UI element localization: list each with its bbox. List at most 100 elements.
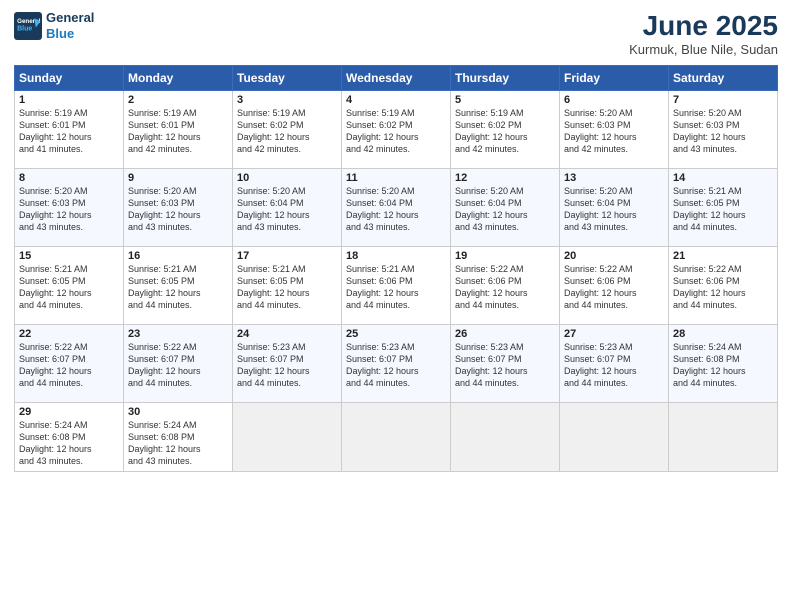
day-number: 27 (564, 328, 664, 340)
day-number: 1 (19, 94, 119, 106)
table-row: 9Sunrise: 5:20 AMSunset: 6:03 PMDaylight… (124, 169, 233, 247)
calendar-table: Sunday Monday Tuesday Wednesday Thursday… (14, 65, 778, 472)
month-title: June 2025 (629, 10, 778, 42)
day-info: Sunrise: 5:23 AMSunset: 6:07 PMDaylight:… (237, 341, 337, 390)
table-row: 14Sunrise: 5:21 AMSunset: 6:05 PMDayligh… (669, 169, 778, 247)
table-row: 28Sunrise: 5:24 AMSunset: 6:08 PMDayligh… (669, 325, 778, 403)
table-row: 7Sunrise: 5:20 AMSunset: 6:03 PMDaylight… (669, 91, 778, 169)
day-number: 30 (128, 406, 228, 418)
table-row: 15Sunrise: 5:21 AMSunset: 6:05 PMDayligh… (15, 247, 124, 325)
day-number: 9 (128, 172, 228, 184)
day-info: Sunrise: 5:21 AMSunset: 6:06 PMDaylight:… (346, 263, 446, 312)
day-number: 22 (19, 328, 119, 340)
calendar-container: General Blue General Blue June 2025 Kurm… (0, 0, 792, 612)
day-number: 4 (346, 94, 446, 106)
day-info: Sunrise: 5:19 AMSunset: 6:01 PMDaylight:… (19, 107, 119, 156)
table-row (451, 403, 560, 472)
day-info: Sunrise: 5:24 AMSunset: 6:08 PMDaylight:… (128, 419, 228, 468)
day-number: 12 (455, 172, 555, 184)
day-info: Sunrise: 5:22 AMSunset: 6:07 PMDaylight:… (19, 341, 119, 390)
col-wednesday: Wednesday (342, 66, 451, 91)
day-number: 21 (673, 250, 773, 262)
col-sunday: Sunday (15, 66, 124, 91)
calendar-week-row: 29Sunrise: 5:24 AMSunset: 6:08 PMDayligh… (15, 403, 778, 472)
table-row: 18Sunrise: 5:21 AMSunset: 6:06 PMDayligh… (342, 247, 451, 325)
day-number: 2 (128, 94, 228, 106)
day-number: 29 (19, 406, 119, 418)
day-info: Sunrise: 5:20 AMSunset: 6:03 PMDaylight:… (564, 107, 664, 156)
col-saturday: Saturday (669, 66, 778, 91)
day-info: Sunrise: 5:19 AMSunset: 6:02 PMDaylight:… (346, 107, 446, 156)
day-info: Sunrise: 5:21 AMSunset: 6:05 PMDaylight:… (673, 185, 773, 234)
table-row: 10Sunrise: 5:20 AMSunset: 6:04 PMDayligh… (233, 169, 342, 247)
day-number: 20 (564, 250, 664, 262)
logo-text: General Blue (46, 10, 94, 41)
table-row (233, 403, 342, 472)
logo: General Blue General Blue (14, 10, 94, 41)
day-info: Sunrise: 5:21 AMSunset: 6:05 PMDaylight:… (237, 263, 337, 312)
day-number: 3 (237, 94, 337, 106)
day-info: Sunrise: 5:22 AMSunset: 6:07 PMDaylight:… (128, 341, 228, 390)
day-number: 26 (455, 328, 555, 340)
table-row: 25Sunrise: 5:23 AMSunset: 6:07 PMDayligh… (342, 325, 451, 403)
day-number: 28 (673, 328, 773, 340)
day-number: 13 (564, 172, 664, 184)
day-info: Sunrise: 5:20 AMSunset: 6:03 PMDaylight:… (19, 185, 119, 234)
day-info: Sunrise: 5:20 AMSunset: 6:04 PMDaylight:… (564, 185, 664, 234)
day-number: 10 (237, 172, 337, 184)
day-info: Sunrise: 5:21 AMSunset: 6:05 PMDaylight:… (19, 263, 119, 312)
table-row: 22Sunrise: 5:22 AMSunset: 6:07 PMDayligh… (15, 325, 124, 403)
day-info: Sunrise: 5:24 AMSunset: 6:08 PMDaylight:… (673, 341, 773, 390)
day-number: 24 (237, 328, 337, 340)
table-row (669, 403, 778, 472)
col-friday: Friday (560, 66, 669, 91)
calendar-week-row: 8Sunrise: 5:20 AMSunset: 6:03 PMDaylight… (15, 169, 778, 247)
day-info: Sunrise: 5:24 AMSunset: 6:08 PMDaylight:… (19, 419, 119, 468)
table-row: 23Sunrise: 5:22 AMSunset: 6:07 PMDayligh… (124, 325, 233, 403)
day-info: Sunrise: 5:20 AMSunset: 6:03 PMDaylight:… (673, 107, 773, 156)
day-info: Sunrise: 5:23 AMSunset: 6:07 PMDaylight:… (346, 341, 446, 390)
day-number: 17 (237, 250, 337, 262)
table-row: 24Sunrise: 5:23 AMSunset: 6:07 PMDayligh… (233, 325, 342, 403)
day-info: Sunrise: 5:19 AMSunset: 6:02 PMDaylight:… (237, 107, 337, 156)
table-row: 26Sunrise: 5:23 AMSunset: 6:07 PMDayligh… (451, 325, 560, 403)
col-tuesday: Tuesday (233, 66, 342, 91)
location-subtitle: Kurmuk, Blue Nile, Sudan (629, 42, 778, 57)
table-row: 17Sunrise: 5:21 AMSunset: 6:05 PMDayligh… (233, 247, 342, 325)
title-block: June 2025 Kurmuk, Blue Nile, Sudan (629, 10, 778, 57)
table-row: 12Sunrise: 5:20 AMSunset: 6:04 PMDayligh… (451, 169, 560, 247)
day-number: 8 (19, 172, 119, 184)
svg-text:Blue: Blue (17, 25, 32, 32)
table-row (560, 403, 669, 472)
table-row: 16Sunrise: 5:21 AMSunset: 6:05 PMDayligh… (124, 247, 233, 325)
header: General Blue General Blue June 2025 Kurm… (14, 10, 778, 57)
table-row: 8Sunrise: 5:20 AMSunset: 6:03 PMDaylight… (15, 169, 124, 247)
table-row: 1Sunrise: 5:19 AMSunset: 6:01 PMDaylight… (15, 91, 124, 169)
day-number: 5 (455, 94, 555, 106)
table-row: 29Sunrise: 5:24 AMSunset: 6:08 PMDayligh… (15, 403, 124, 472)
day-info: Sunrise: 5:20 AMSunset: 6:04 PMDaylight:… (346, 185, 446, 234)
calendar-week-row: 22Sunrise: 5:22 AMSunset: 6:07 PMDayligh… (15, 325, 778, 403)
day-info: Sunrise: 5:21 AMSunset: 6:05 PMDaylight:… (128, 263, 228, 312)
table-row (342, 403, 451, 472)
day-info: Sunrise: 5:19 AMSunset: 6:01 PMDaylight:… (128, 107, 228, 156)
day-info: Sunrise: 5:19 AMSunset: 6:02 PMDaylight:… (455, 107, 555, 156)
table-row: 2Sunrise: 5:19 AMSunset: 6:01 PMDaylight… (124, 91, 233, 169)
table-row: 27Sunrise: 5:23 AMSunset: 6:07 PMDayligh… (560, 325, 669, 403)
day-number: 6 (564, 94, 664, 106)
day-number: 11 (346, 172, 446, 184)
day-number: 16 (128, 250, 228, 262)
day-number: 23 (128, 328, 228, 340)
table-row: 13Sunrise: 5:20 AMSunset: 6:04 PMDayligh… (560, 169, 669, 247)
calendar-week-row: 15Sunrise: 5:21 AMSunset: 6:05 PMDayligh… (15, 247, 778, 325)
table-row: 6Sunrise: 5:20 AMSunset: 6:03 PMDaylight… (560, 91, 669, 169)
day-number: 18 (346, 250, 446, 262)
day-info: Sunrise: 5:20 AMSunset: 6:04 PMDaylight:… (455, 185, 555, 234)
day-info: Sunrise: 5:20 AMSunset: 6:04 PMDaylight:… (237, 185, 337, 234)
day-info: Sunrise: 5:23 AMSunset: 6:07 PMDaylight:… (564, 341, 664, 390)
day-info: Sunrise: 5:23 AMSunset: 6:07 PMDaylight:… (455, 341, 555, 390)
table-row: 19Sunrise: 5:22 AMSunset: 6:06 PMDayligh… (451, 247, 560, 325)
header-row: Sunday Monday Tuesday Wednesday Thursday… (15, 66, 778, 91)
day-number: 15 (19, 250, 119, 262)
table-row: 5Sunrise: 5:19 AMSunset: 6:02 PMDaylight… (451, 91, 560, 169)
